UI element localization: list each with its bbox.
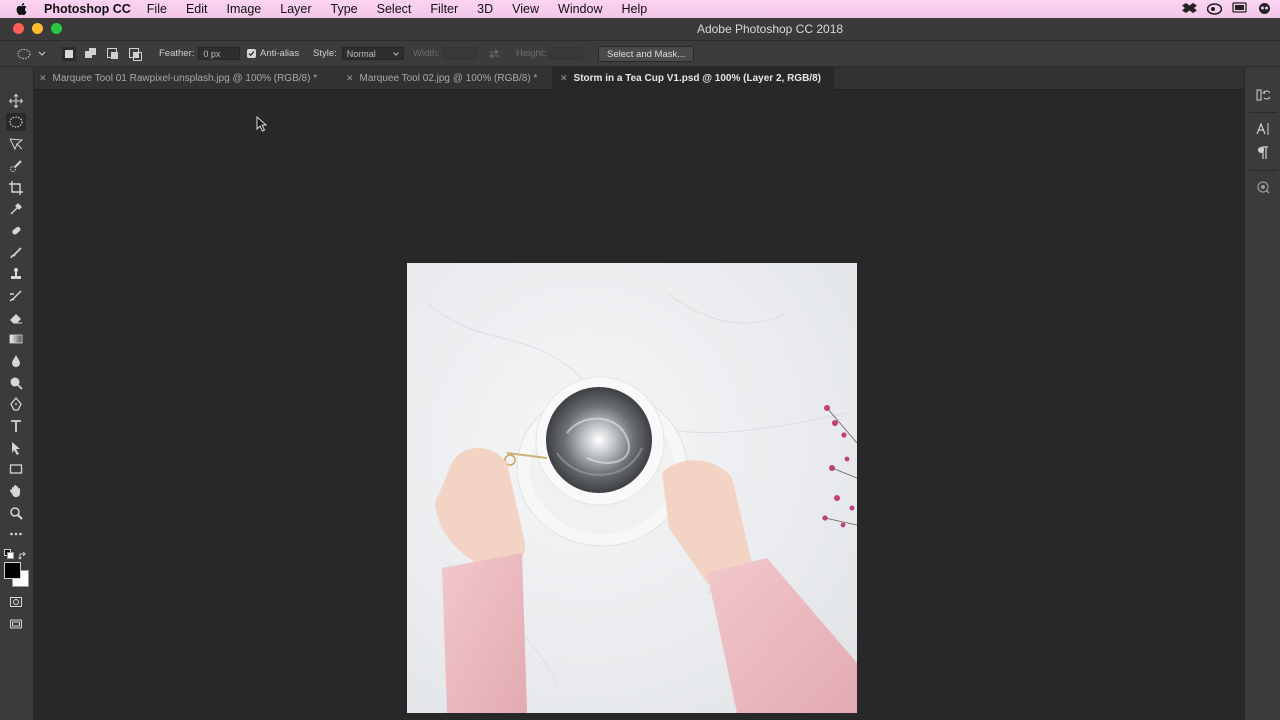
elliptical-marquee-preset-icon: [17, 48, 31, 59]
creative-cloud-icon[interactable]: [1206, 2, 1223, 15]
tab-marquee-tool-01[interactable]: ✕ Marquee Tool 01 Rawpixel-unsplash.jpg …: [39, 67, 339, 89]
menu-bar: Photoshop CC File Edit Image Layer Type …: [0, 0, 1280, 18]
menu-window[interactable]: Window: [558, 2, 602, 16]
tab-label: Marquee Tool 01 Rawpixel-unsplash.jpg @ …: [52, 72, 318, 84]
apple-icon[interactable]: [16, 2, 30, 16]
quick-selection-tool-icon[interactable]: [6, 157, 26, 175]
character-panel-icon[interactable]: [1255, 121, 1271, 137]
eyedropper-tool-icon[interactable]: [6, 200, 26, 218]
menu-filter[interactable]: Filter: [430, 2, 458, 16]
select-and-mask-button[interactable]: Select and Mask...: [598, 45, 695, 62]
foreground-color-swatch[interactable]: [4, 562, 21, 579]
menu-view[interactable]: View: [512, 2, 539, 16]
menu-file[interactable]: File: [147, 2, 167, 16]
style-select-value: Normal: [346, 49, 376, 59]
tab-label: Storm in a Tea Cup V1.psd @ 100% (Layer …: [573, 72, 821, 84]
brush-tool-icon[interactable]: [6, 244, 26, 262]
crop-tool-icon[interactable]: [6, 179, 26, 197]
width-label: Width:: [413, 48, 440, 59]
edit-toolbar-icon[interactable]: [6, 525, 26, 543]
gradient-tool-icon[interactable]: [6, 330, 26, 348]
screen-mode-icon[interactable]: [6, 615, 26, 633]
close-tab-icon[interactable]: ✕: [39, 73, 47, 84]
status-tray: [1182, 2, 1272, 15]
feather-input[interactable]: 0 px: [198, 47, 241, 60]
swap-width-height-icon[interactable]: [488, 41, 500, 66]
height-label: Height:: [516, 48, 547, 59]
tab-marquee-tool-02[interactable]: ✕ Marquee Tool 02.jpg @ 100% (RGB/8) *: [346, 67, 552, 89]
pen-tool-icon[interactable]: [6, 395, 26, 413]
history-brush-tool-icon[interactable]: [6, 287, 26, 305]
dropbox-icon[interactable]: [1182, 2, 1197, 15]
menu-help[interactable]: Help: [622, 2, 648, 16]
style-label: Style:: [313, 48, 337, 59]
swap-colors-icon[interactable]: [18, 548, 28, 560]
tab-storm-in-a-tea-cup[interactable]: ✕ Storm in a Tea Cup V1.psd @ 100% (Laye…: [552, 67, 834, 89]
paragraph-panel-icon[interactable]: [1255, 145, 1271, 161]
hand-tool-icon[interactable]: [6, 482, 26, 500]
tab-label: Marquee Tool 02.jpg @ 100% (RGB/8) *: [359, 72, 538, 84]
window-title-bar: Adobe Photoshop CC 2018: [0, 18, 1280, 41]
clone-stamp-tool-icon[interactable]: [6, 265, 26, 283]
lasso-tool-icon[interactable]: [6, 135, 26, 153]
menu-layer[interactable]: Layer: [280, 2, 311, 16]
utility-icon[interactable]: [1257, 2, 1272, 15]
display-icon[interactable]: [1232, 2, 1247, 15]
add-to-selection-icon[interactable]: [84, 47, 98, 61]
window-title: Adobe Photoshop CC 2018: [696, 22, 844, 36]
mouse-cursor-icon: [256, 116, 268, 132]
document-canvas[interactable]: [407, 263, 857, 713]
document-tabs: ✕ Marquee Tool 01 Rawpixel-unsplash.jpg …: [34, 67, 1244, 90]
panel-dock: [1244, 67, 1280, 720]
new-selection-icon[interactable]: [62, 46, 76, 61]
menu-select[interactable]: Select: [377, 2, 412, 16]
default-colors-icon[interactable]: [4, 549, 14, 559]
libraries-panel-icon[interactable]: [1255, 179, 1271, 195]
intersect-selection-icon[interactable]: [128, 47, 142, 61]
flowers-decor: [822, 405, 855, 528]
anti-alias-checkbox[interactable]: Anti-alias: [247, 41, 299, 66]
menu-type[interactable]: Type: [331, 2, 358, 16]
elliptical-marquee-tool-icon[interactable]: [6, 113, 26, 131]
eraser-tool-icon[interactable]: [6, 309, 26, 327]
tea-cup-photo: [426, 292, 857, 713]
dodge-tool-icon[interactable]: [6, 374, 26, 392]
anti-alias-label: Anti-alias: [260, 48, 300, 59]
checkmark-icon: [247, 49, 256, 58]
type-tool-icon[interactable]: [6, 417, 26, 435]
height-input[interactable]: [549, 47, 584, 60]
style-select[interactable]: Normal: [341, 47, 404, 60]
blur-tool-icon[interactable]: [6, 352, 26, 370]
options-bar: Feather: 0 px Anti-alias Style: Normal W…: [0, 41, 1280, 67]
quick-mask-icon[interactable]: [6, 593, 26, 611]
menu-app-name[interactable]: Photoshop CC: [44, 2, 131, 16]
move-tool-icon[interactable]: [6, 92, 26, 110]
tool-preset-picker[interactable]: [16, 41, 46, 66]
menu-image[interactable]: Image: [227, 2, 262, 16]
tools-panel: [0, 67, 34, 720]
healing-brush-tool-icon[interactable]: [6, 222, 26, 240]
feather-label: Feather:: [159, 48, 195, 59]
menu-edit[interactable]: Edit: [186, 2, 208, 16]
chevron-down-icon: [392, 52, 399, 56]
history-panel-icon[interactable]: [1255, 87, 1271, 103]
path-selection-tool-icon[interactable]: [6, 439, 26, 457]
zoom-tool-icon[interactable]: [6, 504, 26, 522]
subtract-from-selection-icon[interactable]: [106, 47, 120, 61]
close-tab-icon[interactable]: ✕: [560, 73, 568, 84]
menu-3d[interactable]: 3D: [477, 2, 493, 16]
rectangle-tool-icon[interactable]: [6, 460, 26, 478]
close-tab-icon[interactable]: ✕: [346, 73, 354, 84]
width-input[interactable]: [442, 47, 477, 60]
chevron-down-icon: [38, 51, 46, 56]
selection-mode-group: [62, 41, 142, 66]
